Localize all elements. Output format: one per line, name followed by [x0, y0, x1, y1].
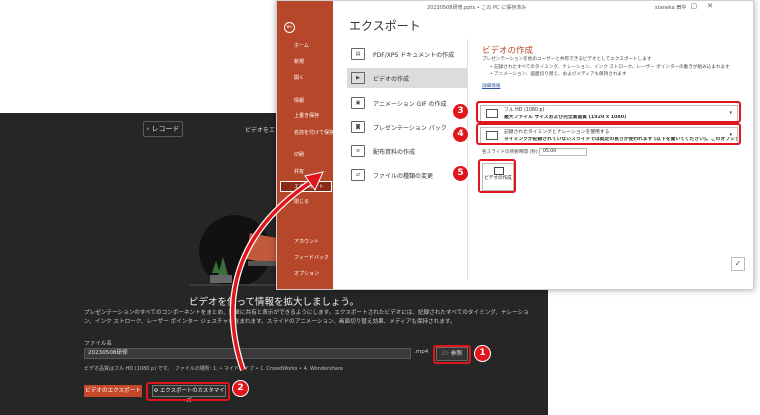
nav-item-new[interactable]: 新規 [280, 57, 332, 68]
pdf-icon: ▤ [351, 48, 365, 60]
backstage-title: エクスポート [349, 19, 421, 33]
nav-item-save-as[interactable]: 名前を付けて保存 [280, 128, 334, 139]
back-to-record-button[interactable]: ‹ レコード [143, 121, 183, 137]
option-change-file-type[interactable]: ⇄ ファイルの種類の変更 [347, 165, 467, 185]
nav-item-save[interactable]: 上書き保存 [280, 111, 332, 122]
option-animated-gif[interactable]: ▣ アニメーション GIF の作成 [347, 93, 467, 113]
option-create-video[interactable]: ▶ ビデオの作成 [347, 68, 467, 88]
nav-item-info[interactable]: 情報 [280, 96, 332, 107]
window-controls[interactable]: –▢✕ [677, 2, 747, 10]
highlight-customize [146, 382, 230, 401]
handout-icon: ≡ [351, 145, 365, 157]
step-badge-3: 3 [452, 103, 469, 120]
filename-label: ファイル名 [84, 341, 112, 347]
option-package-presentation[interactable]: ◙ プレゼンテーション パック [347, 117, 467, 137]
highlight-create-video [478, 159, 516, 193]
filetype-icon: ⇄ [351, 169, 365, 181]
step-badge-4: 4 [452, 126, 469, 143]
gif-icon: ▣ [351, 97, 365, 109]
learn-more-link[interactable]: 詳細情報 [482, 83, 500, 89]
file-extension: .mp4 [414, 349, 429, 355]
annotation-arrow [229, 171, 324, 371]
backstage-divider [467, 39, 468, 279]
video-icon: ▶ [351, 72, 365, 84]
step-badge-1: 1 [474, 345, 491, 362]
highlight-quality [476, 101, 741, 123]
package-icon: ◙ [351, 121, 365, 133]
checkmark-icon[interactable]: ✓ [731, 257, 745, 271]
highlight-timing [476, 123, 741, 145]
seconds-per-slide-input[interactable]: 05.00 [539, 148, 587, 156]
option-create-handouts[interactable]: ≡ 配布資料の作成 [347, 141, 467, 161]
back-arrow-icon[interactable]: ← [284, 22, 295, 33]
option-pdf-xps[interactable]: ▤ PDF/XPS ドキュメントの作成 [347, 44, 467, 64]
create-video-description: プレゼンテーションを他のユーザーと共有できるビデオとしてエクスポートします • … [482, 57, 730, 77]
document-title: 20230508研修.pptx • この PC に保存済み [427, 5, 527, 11]
highlight-browse [433, 345, 471, 364]
step-badge-2: 2 [232, 380, 249, 397]
step-badge-5: 5 [452, 165, 469, 182]
seconds-per-slide-label: 各スライドの所要時間 (秒): [482, 150, 540, 155]
create-video-heading: ビデオの作成 [482, 46, 534, 56]
nav-item-home[interactable]: ホーム [280, 41, 332, 52]
powerpoint-export-window: 20230508研修.pptx • この PC に保存済み staneka 田中… [276, 0, 754, 290]
export-video-button[interactable]: ビデオのエクスポート [84, 385, 142, 397]
nav-item-open[interactable]: 開く [280, 73, 332, 84]
